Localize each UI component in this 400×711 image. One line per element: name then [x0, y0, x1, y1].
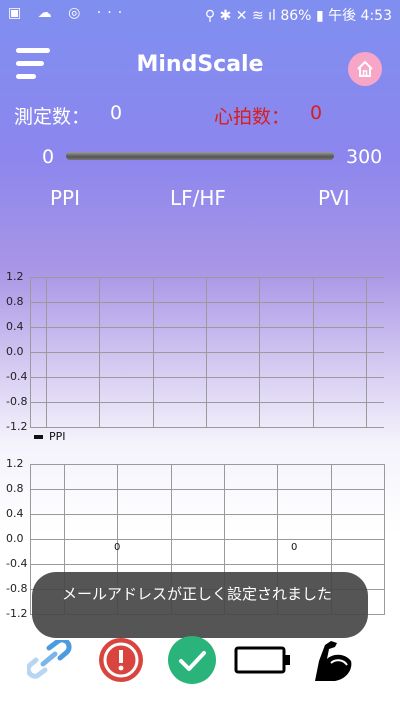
- home-button[interactable]: [348, 52, 382, 86]
- app-title: MindScale: [136, 52, 264, 77]
- ppi-legend: PPI: [34, 430, 66, 443]
- link-button[interactable]: [26, 638, 76, 682]
- battery-text: 86%: [280, 8, 312, 24]
- legend-label: PPI: [49, 430, 66, 443]
- muscle-arm-icon: [315, 641, 352, 681]
- legend-swatch: [34, 434, 43, 439]
- battery-icon: ▮: [315, 8, 324, 24]
- link-icon: [27, 640, 72, 679]
- heart-rate-label: 心拍数：: [214, 106, 291, 128]
- status-left-icons: ▣ ☁ ◎ ···: [8, 5, 129, 21]
- confirm-button[interactable]: [166, 636, 218, 684]
- check-icon: [168, 636, 216, 684]
- strength-button[interactable]: [308, 638, 356, 682]
- ppi-chart: 1.2 0.8 0.4 0.0 -0.4 -0.8 -1.2: [0, 270, 400, 433]
- battery-icon: [234, 646, 290, 674]
- range-max: 300: [346, 146, 383, 168]
- toast-message: メールアドレスが正しく設定されました: [32, 572, 368, 638]
- home-icon: [357, 60, 373, 77]
- status-bar: ▣ ☁ ◎ ··· ⚲ ✱ ✕ ≋ ıl 86% ▮ 午後 4:53: [0, 0, 400, 28]
- range-slider[interactable]: [66, 152, 334, 160]
- alert-button[interactable]: [96, 638, 146, 682]
- metric-pvi: PVI: [318, 186, 350, 210]
- status-icons: ⚲ ✱ ✕ ≋ ıl: [204, 8, 281, 24]
- ppi-chart-grid: [30, 277, 384, 428]
- alert-icon: [99, 638, 143, 682]
- data-label: 0: [291, 542, 298, 553]
- metric-ppi: PPI: [50, 186, 81, 210]
- metric-lfhf: LF/HF: [170, 186, 226, 210]
- battery-status: [234, 638, 292, 682]
- status-right: ⚲ ✱ ✕ ≋ ıl 86% ▮ 午後 4:53: [205, 5, 392, 25]
- measure-count-value: 0: [110, 102, 123, 124]
- range-min: 0: [42, 146, 55, 168]
- heart-rate-value: 0: [310, 102, 323, 124]
- data-label: 0: [114, 542, 121, 553]
- clock-text: 午後 4:53: [328, 8, 392, 24]
- measure-count-label: 測定数：: [14, 106, 91, 128]
